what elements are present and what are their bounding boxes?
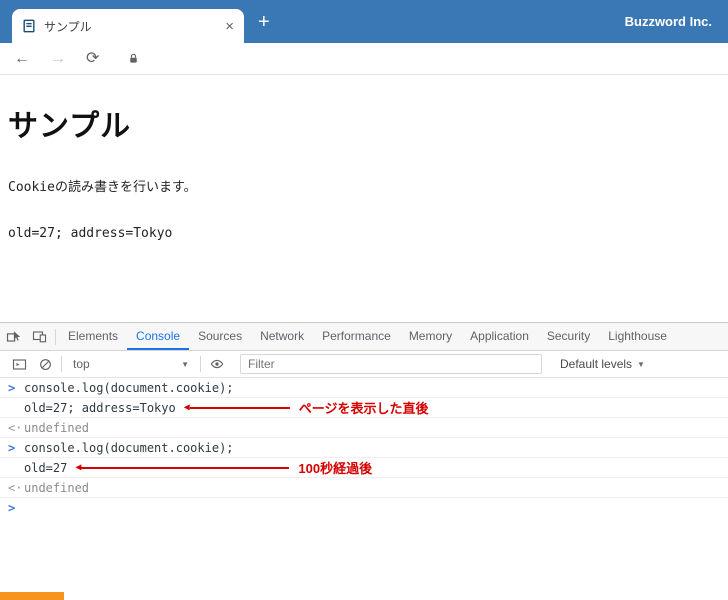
tab-title: サンプル <box>44 19 92 34</box>
browser-tab[interactable]: サンプル × <box>12 9 244 43</box>
context-selector[interactable]: top ▼ <box>65 357 197 371</box>
console-prompt-row[interactable]: > <box>0 498 728 518</box>
result-marker-icon: <· <box>8 420 23 435</box>
input-prompt-icon: > <box>8 501 16 515</box>
forward-icon[interactable]: → <box>50 50 66 67</box>
inspect-element-icon[interactable] <box>0 323 26 350</box>
devtools-tabbar: Elements Console Sources Network Perform… <box>0 323 728 351</box>
filter-input[interactable] <box>240 354 542 374</box>
chevron-down-icon: ▼ <box>637 359 645 369</box>
log-levels-label: Default levels <box>560 357 633 371</box>
device-toolbar-icon[interactable] <box>26 323 52 350</box>
console-result-text: undefined <box>24 420 90 435</box>
browser-topbar: サンプル × + Buzzword Inc. <box>0 0 728 43</box>
bottom-left-orange-bar <box>0 592 64 600</box>
tab-sources[interactable]: Sources <box>189 323 251 350</box>
log-levels-dropdown[interactable]: Default levels ▼ <box>560 357 645 371</box>
result-marker-icon: <· <box>8 480 23 495</box>
input-prompt-icon: > <box>8 440 16 455</box>
console-output: > console.log(document.cookie); old=27; … <box>0 378 728 518</box>
tab-application[interactable]: Application <box>461 323 538 350</box>
annotation-arrow: ◀ <box>184 402 290 413</box>
separator <box>55 328 56 345</box>
cookie-value-text: old=27; address=Tokyo <box>8 226 173 241</box>
annotation-text: ページを表示した直後 <box>298 401 429 416</box>
tab-security[interactable]: Security <box>538 323 599 350</box>
new-tab-button[interactable]: + <box>258 11 270 34</box>
live-expression-eye-icon[interactable] <box>204 356 230 372</box>
tab-memory[interactable]: Memory <box>400 323 461 350</box>
console-row-result[interactable]: <· undefined <box>0 418 728 438</box>
console-row-input[interactable]: > console.log(document.cookie); <box>0 438 728 458</box>
annotation-arrow: ◀ <box>75 462 290 473</box>
console-command: console.log(document.cookie); <box>24 380 234 395</box>
chevron-down-icon: ▼ <box>181 359 189 369</box>
tab-elements[interactable]: Elements <box>59 323 127 350</box>
console-toolbar: top ▼ Default levels ▼ <box>0 351 728 378</box>
page-title: サンプル <box>8 110 132 143</box>
console-row-result[interactable]: <· undefined <box>0 478 728 498</box>
console-row-output[interactable]: old=27; address=Tokyo ◀ ページを表示した直後 <box>0 398 728 418</box>
lock-icon[interactable] <box>127 52 140 65</box>
tab-performance[interactable]: Performance <box>313 323 400 350</box>
tab-network[interactable]: Network <box>251 323 313 350</box>
page-paragraph: Cookieの読み書きを行います。 <box>8 180 197 195</box>
favicon-icon <box>22 19 36 33</box>
console-log-text: old=27 <box>24 460 68 475</box>
console-row-output[interactable]: old=27 ◀ 100秒経過後 <box>0 458 728 478</box>
reload-icon[interactable]: ⟳ <box>86 50 99 67</box>
console-command: console.log(document.cookie); <box>24 440 234 455</box>
tab-console[interactable]: Console <box>127 323 190 350</box>
annotation-text: 100秒経過後 <box>298 461 373 476</box>
console-result-text: undefined <box>24 480 90 495</box>
tab-close-icon[interactable]: × <box>225 19 234 34</box>
page-content: サンプル Cookieの読み書きを行います。 old=27; address=T… <box>0 101 728 241</box>
back-icon[interactable]: ← <box>14 50 30 67</box>
console-sidebar-icon[interactable] <box>6 357 32 372</box>
input-prompt-icon: > <box>8 380 16 395</box>
clear-console-icon[interactable] <box>32 357 58 372</box>
console-log-text: old=27; address=Tokyo <box>24 400 176 415</box>
devtools-panel: Elements Console Sources Network Perform… <box>0 322 728 600</box>
context-label: top <box>73 357 90 371</box>
separator <box>61 356 62 372</box>
brand-label: Buzzword Inc. <box>624 14 712 29</box>
tab-lighthouse[interactable]: Lighthouse <box>599 323 676 350</box>
browser-navbar: ← → ⟳ <box>0 43 728 75</box>
separator <box>200 356 201 372</box>
console-row-input[interactable]: > console.log(document.cookie); <box>0 378 728 398</box>
